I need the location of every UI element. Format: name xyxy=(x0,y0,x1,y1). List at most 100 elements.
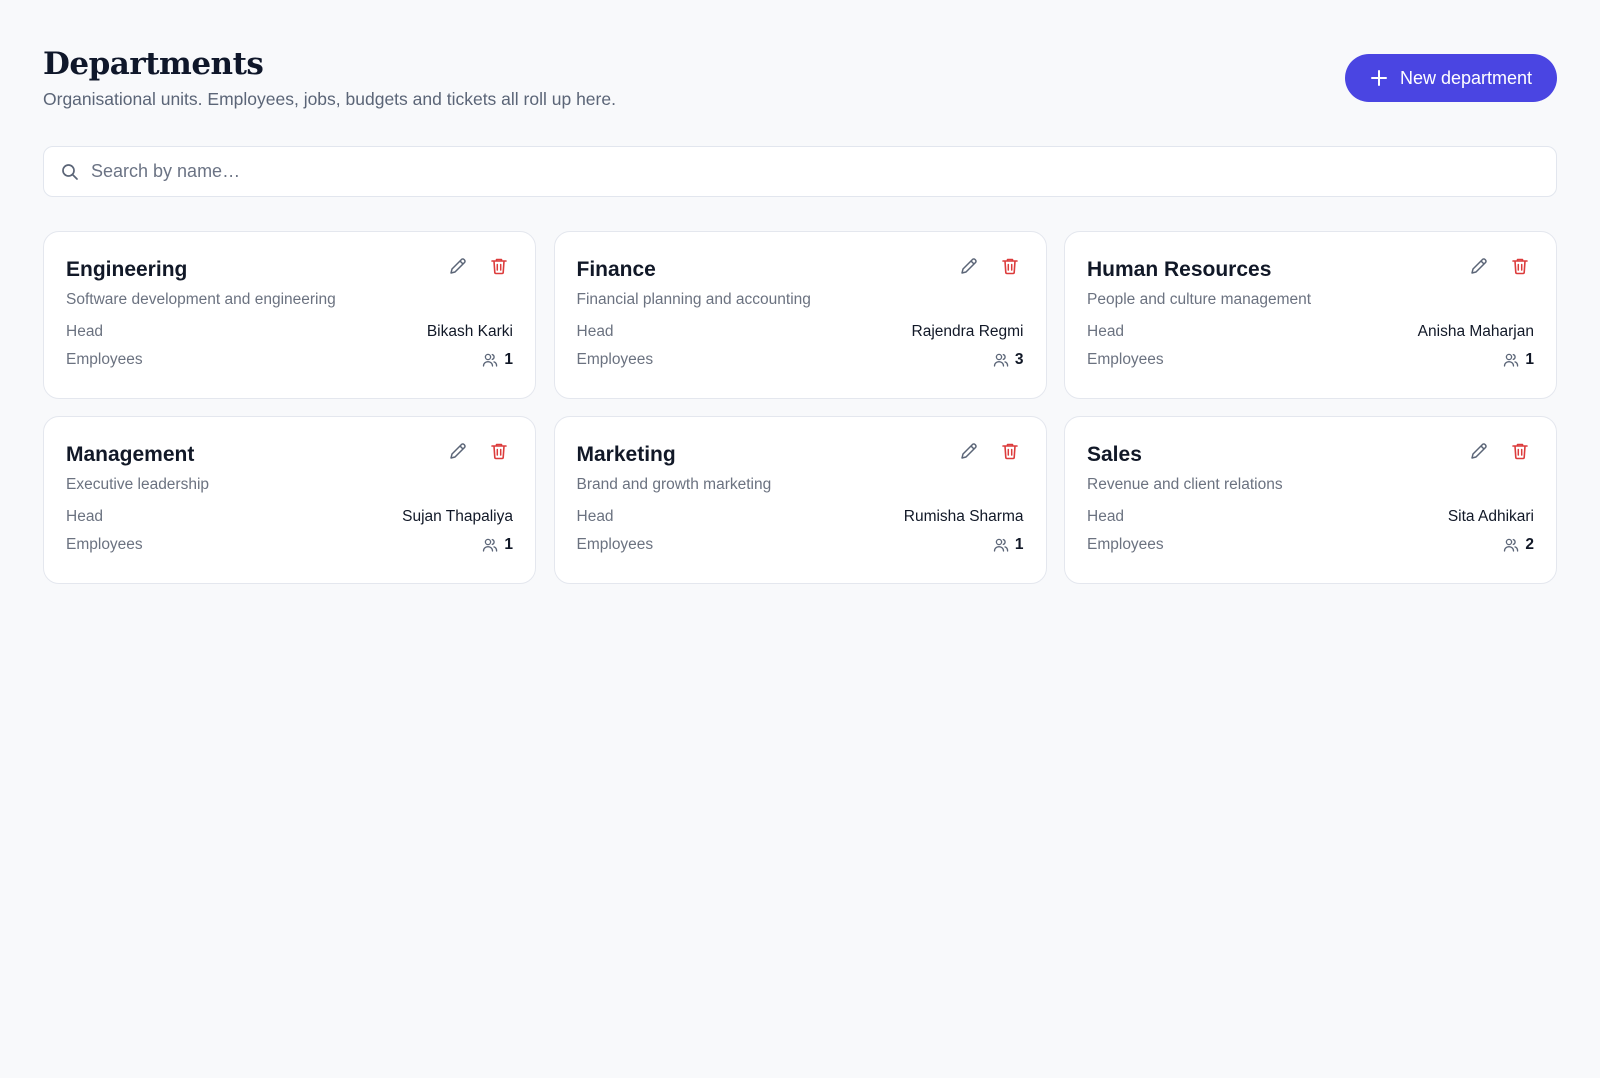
employees-label: Employees xyxy=(1087,351,1164,368)
employees-label: Employees xyxy=(66,536,143,553)
head-row: Head Anisha Maharjan xyxy=(1087,318,1534,346)
department-name: Management xyxy=(66,443,195,466)
departments-page: Departments Organisational units. Employ… xyxy=(43,0,1557,584)
employee-count: 1 xyxy=(482,536,513,554)
head-label: Head xyxy=(1087,508,1125,525)
employee-count: 1 xyxy=(482,351,513,369)
department-card[interactable]: Human Resources People and culture manag… xyxy=(1064,231,1557,399)
employees-label: Employees xyxy=(66,351,143,368)
delete-button[interactable] xyxy=(1510,443,1530,463)
head-row: Head Sujan Thapaliya xyxy=(66,503,513,531)
search-box xyxy=(43,146,1557,197)
department-card[interactable]: Engineering Software development and eng… xyxy=(43,231,536,399)
employees-row: Employees 1 xyxy=(66,531,513,559)
employee-count: 1 xyxy=(993,536,1024,554)
trash-icon xyxy=(489,441,509,466)
department-card[interactable]: Management Executive leadership Head Suj… xyxy=(43,416,536,584)
new-department-label: New department xyxy=(1399,67,1533,88)
head-row: Head Rajendra Regmi xyxy=(577,318,1024,346)
department-name: Engineering xyxy=(66,258,188,281)
employee-count-value: 1 xyxy=(504,351,513,368)
card-actions xyxy=(959,256,1020,281)
delete-button[interactable] xyxy=(1510,258,1530,278)
users-icon xyxy=(993,537,1009,553)
edit-button[interactable] xyxy=(959,256,979,281)
employee-count-value: 1 xyxy=(1014,536,1024,553)
pencil-icon xyxy=(448,256,468,281)
card-actions xyxy=(448,256,509,281)
users-icon xyxy=(1503,352,1519,368)
departments-grid: Engineering Software development and eng… xyxy=(43,231,1557,584)
employees-label: Employees xyxy=(576,536,654,553)
head-label: Head xyxy=(66,508,104,525)
employees-label: Employees xyxy=(576,351,654,368)
head-row: Head Bikash Karki xyxy=(66,318,513,346)
employee-count-value: 1 xyxy=(1525,351,1534,368)
edit-button[interactable] xyxy=(1469,441,1489,466)
trash-icon xyxy=(1000,256,1020,281)
search-icon xyxy=(61,163,79,181)
head-label: Head xyxy=(66,323,104,340)
employee-count: 2 xyxy=(1503,536,1534,554)
head-label: Head xyxy=(576,508,614,525)
pencil-icon xyxy=(1469,441,1489,466)
head-label: Head xyxy=(576,323,614,340)
department-card[interactable]: Sales Revenue and client relations Head … xyxy=(1064,416,1557,584)
department-description: Financial planning and accounting xyxy=(576,291,811,308)
pencil-icon xyxy=(959,256,979,281)
department-description: People and culture management xyxy=(1087,291,1312,308)
users-icon xyxy=(482,352,498,368)
department-card[interactable]: Marketing Brand and growth marketing Hea… xyxy=(553,416,1047,584)
trash-icon xyxy=(1510,441,1530,466)
employee-count: 3 xyxy=(993,351,1024,369)
employee-count-value: 2 xyxy=(1525,536,1534,553)
department-description: Brand and growth marketing xyxy=(576,476,772,493)
trash-icon xyxy=(489,256,509,281)
employees-row: Employees 1 xyxy=(577,531,1024,559)
department-name: Marketing xyxy=(576,443,676,466)
plus-icon xyxy=(1370,69,1388,87)
head-name: Bikash Karki xyxy=(426,323,513,340)
edit-button[interactable] xyxy=(448,441,468,466)
employees-row: Employees 1 xyxy=(66,346,513,374)
head-label: Head xyxy=(1087,323,1125,340)
card-actions xyxy=(959,441,1020,466)
search-input[interactable] xyxy=(91,161,1491,182)
head-name: Sita Adhikari xyxy=(1447,508,1534,525)
head-name: Anisha Maharjan xyxy=(1417,323,1534,340)
users-icon xyxy=(1503,537,1519,553)
users-icon xyxy=(482,537,498,553)
delete-button[interactable] xyxy=(489,258,509,278)
new-department-button[interactable]: New department xyxy=(1345,54,1557,102)
delete-button[interactable] xyxy=(1000,258,1020,278)
users-icon xyxy=(993,352,1009,368)
head-name: Rumisha Sharma xyxy=(903,508,1024,525)
employee-count: 1 xyxy=(1503,351,1534,369)
pencil-icon xyxy=(448,441,468,466)
head-name: Rajendra Regmi xyxy=(911,323,1024,340)
page-title: Departments xyxy=(43,46,264,82)
card-actions xyxy=(1469,256,1530,281)
employees-row: Employees 2 xyxy=(1087,531,1534,559)
edit-button[interactable] xyxy=(1469,256,1489,281)
card-actions xyxy=(448,441,509,466)
pencil-icon xyxy=(1469,256,1489,281)
head-row: Head Sita Adhikari xyxy=(1087,503,1534,531)
employees-row: Employees 1 xyxy=(1087,346,1534,374)
head-row: Head Rumisha Sharma xyxy=(577,503,1024,531)
edit-button[interactable] xyxy=(959,441,979,466)
department-description: Software development and engineering xyxy=(66,291,336,308)
department-description: Revenue and client relations xyxy=(1087,476,1283,493)
delete-button[interactable] xyxy=(1000,443,1020,463)
page-header: Departments Organisational units. Employ… xyxy=(43,0,1557,146)
card-actions xyxy=(1469,441,1530,466)
trash-icon xyxy=(1510,256,1530,281)
department-description: Executive leadership xyxy=(66,476,210,493)
department-card[interactable]: Finance Financial planning and accountin… xyxy=(553,231,1047,399)
delete-button[interactable] xyxy=(489,443,509,463)
pencil-icon xyxy=(959,441,979,466)
page-subtitle: Organisational units. Employees, jobs, b… xyxy=(43,89,616,109)
employees-row: Employees 3 xyxy=(577,346,1024,374)
employee-count-value: 3 xyxy=(1014,351,1024,368)
edit-button[interactable] xyxy=(448,256,468,281)
